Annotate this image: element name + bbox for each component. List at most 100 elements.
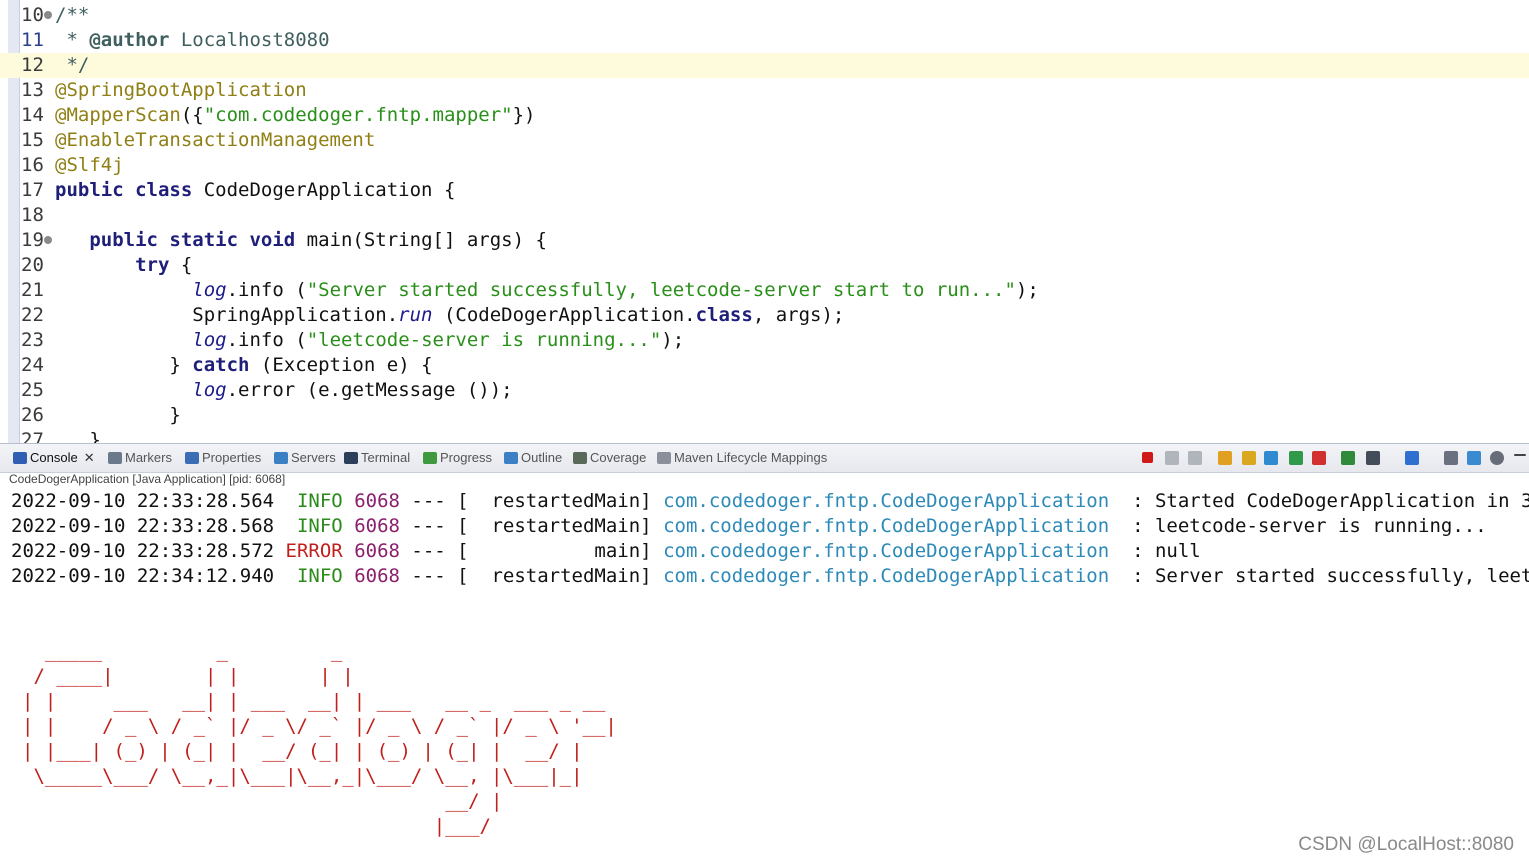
line-number: 25 bbox=[21, 379, 44, 401]
servers-icon bbox=[274, 452, 288, 464]
fold-toggle-icon[interactable] bbox=[44, 11, 52, 19]
log-pid: 6068 bbox=[342, 490, 400, 512]
banner-line: |___/ bbox=[22, 815, 491, 837]
line-number: 23 bbox=[21, 329, 44, 351]
tab-markers[interactable]: Markers bbox=[108, 449, 172, 467]
log-thread: restartedMain] bbox=[468, 515, 652, 537]
banner-line: | |___| (_) | (_| | __/ (_| | (_) | (_| … bbox=[22, 740, 583, 762]
code-line[interactable]: 21 log.info ("Server started successfull… bbox=[0, 278, 1529, 303]
ansi-icon[interactable] bbox=[1467, 451, 1481, 465]
banner-line: | | ___ __| | ___ __| | ___ __ _ ___ _ _… bbox=[22, 690, 606, 712]
settings-icon[interactable] bbox=[1490, 451, 1504, 465]
code-text: } catch (Exception e) { bbox=[55, 354, 433, 376]
minimize-icon[interactable] bbox=[1514, 454, 1526, 456]
tab-properties[interactable]: Properties bbox=[185, 449, 261, 467]
log-class: com.codedoger.fntp.CodeDogerApplication bbox=[651, 490, 1110, 512]
line-number: 11 bbox=[21, 29, 44, 51]
tab-coverage[interactable]: Coverage bbox=[573, 449, 646, 467]
line-number: 13 bbox=[21, 79, 44, 101]
code-line[interactable]: 14 @MapperScan({"com.codedoger.fntp.mappe… bbox=[0, 103, 1529, 128]
code-line[interactable]: 19 public static void main(String[] args… bbox=[0, 228, 1529, 253]
line-number: 20 bbox=[21, 254, 44, 276]
properties-icon bbox=[185, 452, 199, 464]
code-text: @SpringBootApplication bbox=[55, 79, 307, 101]
code-line[interactable]: 17 public class CodeDogerApplication { bbox=[0, 178, 1529, 203]
code-text: @MapperScan({"com.codedoger.fntp.mapper"… bbox=[55, 104, 536, 126]
log-separator: --- [ bbox=[399, 515, 469, 537]
tab-label: Console bbox=[30, 450, 78, 465]
code-line[interactable]: 11 * @author Localhost8080 bbox=[0, 28, 1529, 53]
code-line[interactable]: 24 } catch (Exception e) { bbox=[0, 353, 1529, 378]
log-thread: restartedMain] bbox=[468, 490, 652, 512]
code-line[interactable]: 15 @EnableTransactionManagement bbox=[0, 128, 1529, 153]
tab-console[interactable]: Console ✕ bbox=[13, 449, 95, 467]
console-output[interactable]: 2022-09-10 22:33:28.564 INFO 6068 --- [ … bbox=[0, 487, 1529, 862]
pin-console-icon[interactable] bbox=[1341, 451, 1355, 465]
log-line: 2022-09-10 22:33:28.572 ERROR 6068 --- [… bbox=[11, 539, 1201, 564]
log-timestamp: 2022-09-10 22:34:12.940 bbox=[11, 565, 275, 587]
code-line[interactable]: 18 bbox=[0, 203, 1529, 228]
tab-label: Properties bbox=[202, 450, 262, 465]
code-line[interactable]: 25 log.error (e.getMessage ()); bbox=[0, 378, 1529, 403]
fold-toggle-icon[interactable] bbox=[44, 236, 52, 244]
code-text: @Slf4j bbox=[55, 154, 124, 176]
terminate-icon[interactable] bbox=[1142, 452, 1153, 463]
code-text: * @author Localhost8080 bbox=[55, 29, 330, 51]
tab-progress[interactable]: Progress bbox=[423, 449, 492, 467]
terminal-icon bbox=[344, 452, 358, 464]
copy-icon[interactable] bbox=[1444, 451, 1458, 465]
code-line[interactable]: 22 SpringApplication.run (CodeDogerAppli… bbox=[0, 303, 1529, 328]
log-message: : null bbox=[1109, 540, 1201, 562]
tab-label: Servers bbox=[291, 450, 336, 465]
log-timestamp: 2022-09-10 22:33:28.572 bbox=[11, 540, 275, 562]
banner-line: / ____| | | | | bbox=[22, 665, 354, 687]
code-text: log.info ("Server started successfully, … bbox=[192, 279, 1039, 301]
tab-label: Terminal bbox=[361, 450, 411, 465]
watermark: CSDN @LocalHost::8080 bbox=[1298, 834, 1514, 855]
code-line[interactable]: 20 try { bbox=[0, 253, 1529, 278]
code-line[interactable]: 16 @Slf4j bbox=[0, 153, 1529, 178]
console-icon bbox=[13, 452, 27, 464]
display-console-icon[interactable] bbox=[1366, 451, 1380, 465]
outline-icon bbox=[504, 452, 518, 464]
tab-label: Progress bbox=[440, 450, 493, 465]
code-text: try { bbox=[135, 254, 193, 276]
code-editor[interactable]: 10/** 11 * @author Localhost8080 12 */13 @S… bbox=[0, 0, 1529, 443]
log-message: : Server started successfully, leetcode-… bbox=[1132, 565, 1529, 587]
show-on-stderr-icon[interactable] bbox=[1312, 451, 1326, 465]
tab-servers[interactable]: Servers bbox=[274, 449, 336, 467]
banner-line: _____ _ _ bbox=[22, 640, 343, 662]
line-number: 24 bbox=[21, 354, 44, 376]
tab-label: Maven Lifecycle Mappings bbox=[674, 450, 828, 465]
code-text: */ bbox=[55, 54, 90, 76]
remove-launch-icon[interactable] bbox=[1165, 451, 1179, 465]
coverage-icon bbox=[573, 452, 587, 464]
close-icon[interactable]: ✕ bbox=[84, 450, 95, 465]
word-wrap-icon[interactable] bbox=[1264, 451, 1278, 465]
code-text: /** bbox=[55, 4, 90, 26]
code-text: log.info ("leetcode-server is running...… bbox=[192, 329, 685, 351]
remove-all-terminated-icon[interactable] bbox=[1188, 451, 1202, 465]
log-pid: 6068 bbox=[342, 565, 400, 587]
banner-line: __/ | bbox=[22, 790, 503, 812]
tab-terminal[interactable]: Terminal bbox=[344, 449, 410, 467]
tab-maven-lifecycle-mappings[interactable]: Maven Lifecycle Mappings bbox=[657, 449, 827, 467]
line-number: 14 bbox=[21, 104, 44, 126]
code-line[interactable]: 12 */ bbox=[0, 53, 1529, 78]
tab-label: Outline bbox=[521, 450, 563, 465]
show-on-stdout-icon[interactable] bbox=[1289, 451, 1303, 465]
open-console-icon[interactable] bbox=[1405, 451, 1419, 465]
code-line[interactable]: 27 } bbox=[0, 428, 1529, 443]
log-level: INFO bbox=[274, 490, 343, 512]
code-line[interactable]: 26 } bbox=[0, 403, 1529, 428]
code-line[interactable]: 13 @SpringBootApplication bbox=[0, 78, 1529, 103]
line-number: 15 bbox=[21, 129, 44, 151]
line-number: 12 bbox=[21, 54, 44, 76]
clear-console-icon[interactable] bbox=[1218, 451, 1232, 465]
code-line[interactable]: 23 log.info ("leetcode-server is running… bbox=[0, 328, 1529, 353]
tab-label: Coverage bbox=[590, 450, 647, 465]
code-line[interactable]: 10/** bbox=[0, 3, 1529, 28]
code-text: @EnableTransactionManagement bbox=[55, 129, 376, 151]
tab-outline[interactable]: Outline bbox=[504, 449, 562, 467]
scroll-lock-icon[interactable] bbox=[1242, 451, 1256, 465]
